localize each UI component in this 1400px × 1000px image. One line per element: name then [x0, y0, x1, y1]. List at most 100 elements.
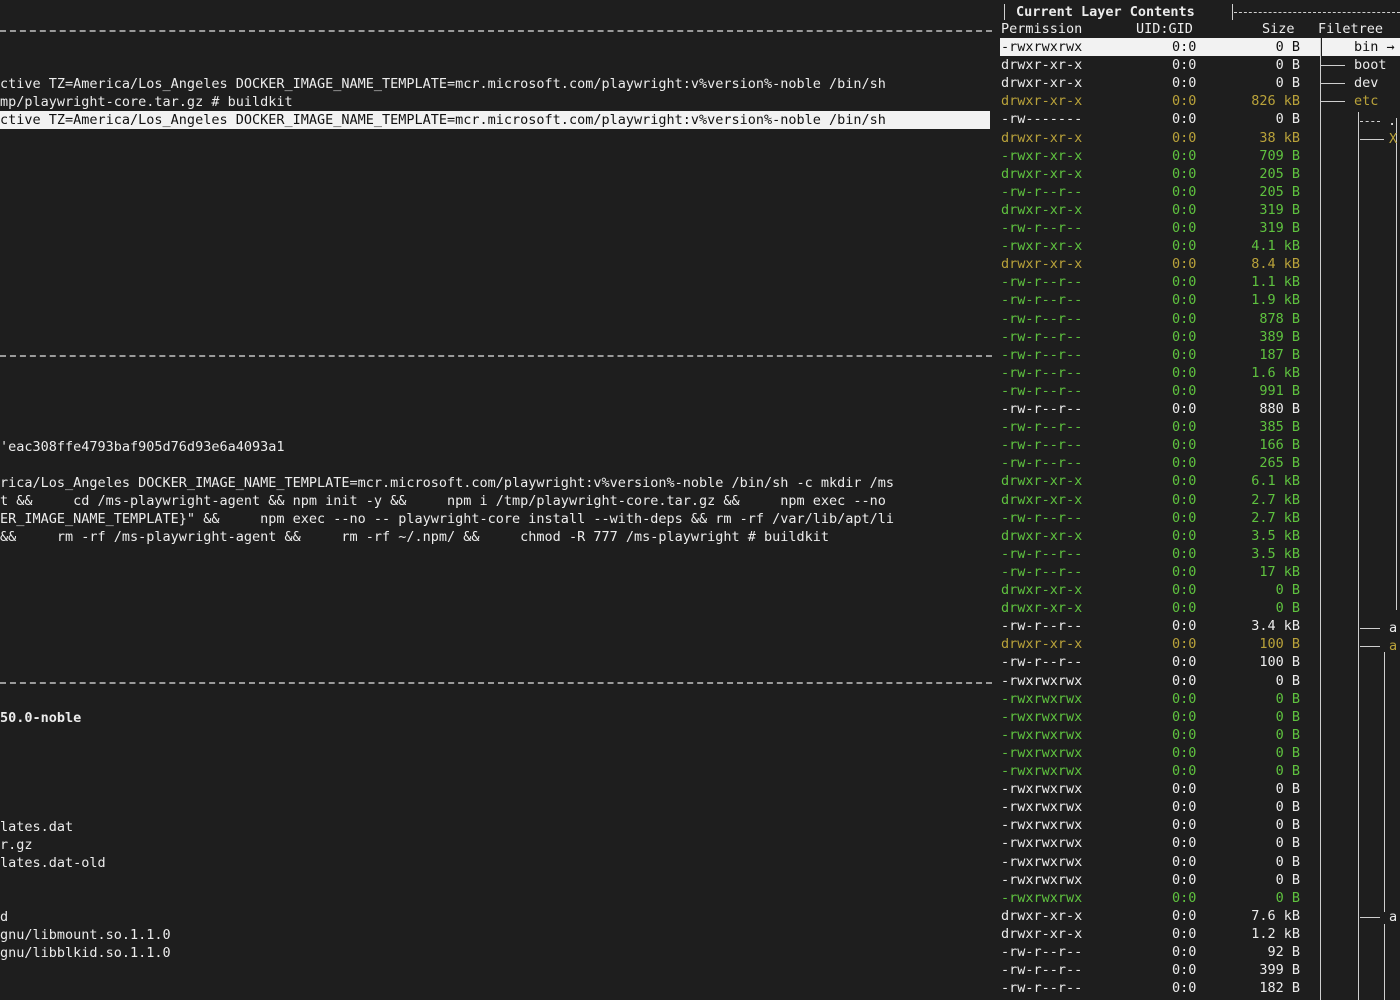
header-permission: Permission [1001, 21, 1083, 37]
file-row[interactable]: drwxr-xr-x 0:0 7.6 kB [1000, 907, 1320, 925]
file-row[interactable]: -rw-r--r-- 0:0 166 B [1000, 436, 1320, 454]
history-line-selected[interactable]: ctive TZ=America/Los_Angeles DOCKER_IMAG… [0, 111, 990, 129]
details-line: rica/Los_Angeles DOCKER_IMAGE_NAME_TEMPL… [0, 475, 895, 491]
file-uid-gid: 0:0 [1172, 57, 1197, 74]
file-permission: -rw-r--r-- [1001, 545, 1083, 562]
file-row[interactable]: drwxr-xr-x 0:0 319 B [1000, 201, 1320, 219]
details-line: 'eac308ffe4793baf905d76d93e6a4093a1 [0, 439, 285, 455]
filetree-fragment[interactable]: . [1388, 112, 1396, 130]
file-uid-gid: 0:0 [1172, 310, 1197, 327]
file-row[interactable]: -rw-r--r-- 0:0 3.5 kB [1000, 545, 1320, 563]
file-permission: -rwxrwxrwx [1001, 690, 1083, 707]
filetree-fragment[interactable]: X [1389, 130, 1397, 148]
file-size: 2.7 kB [1251, 509, 1300, 526]
file-row[interactable]: -rwxr-xr-x 0:0 4.1 kB [1000, 237, 1320, 255]
file-row[interactable]: -rw-r--r-- 0:0 2.7 kB [1000, 509, 1320, 527]
file-uid-gid: 0:0 [1172, 129, 1197, 146]
history-line[interactable]: mp/playwright-core.tar.gz # buildkit [0, 93, 293, 111]
file-row[interactable]: drwxr-xr-x 0:0 0 B [1000, 74, 1320, 92]
file-row[interactable]: drwxr-xr-x 0:0 38 kB [1000, 129, 1320, 147]
file-size: 7.6 kB [1251, 907, 1300, 924]
file-size: 1.9 kB [1251, 292, 1300, 309]
file-row[interactable]: -rw-r--r-- 0:0 182 B [1000, 979, 1320, 997]
file-row[interactable]: -rw-r--r-- 0:0 1.9 kB [1000, 291, 1320, 309]
file-row[interactable]: -rwxr-xr-x 0:0 709 B [1000, 147, 1320, 165]
file-size: 0 B [1275, 835, 1300, 852]
file-row[interactable]: drwxr-xr-x 0:0 8.4 kB [1000, 255, 1320, 273]
file-permission: drwxr-xr-x [1001, 491, 1083, 508]
file-uid-gid: 0:0 [1172, 328, 1197, 345]
file-row[interactable]: -rw-r--r-- 0:0 92 B [1000, 943, 1320, 961]
file-permission: -rwxrwxrwx [1001, 781, 1083, 798]
file-row[interactable]: drwxr-xr-x 0:0 100 B [1000, 635, 1320, 653]
file-size: 319 B [1259, 201, 1300, 218]
file-permission: -rwxrwxrwx [1001, 39, 1083, 55]
file-row[interactable]: -rw-r--r-- 0:0 205 B [1000, 183, 1320, 201]
file-row[interactable]: -rwxrwxrwx 0:0 0 B [1000, 780, 1320, 798]
filetree-entry-bin[interactable]: bin → [1322, 38, 1400, 56]
file-row[interactable]: drwxr-xr-x 0:0 2.7 kB [1000, 491, 1320, 509]
file-row[interactable]: -rwxrwxrwx 0:0 0 B [1000, 708, 1320, 726]
file-uid-gid: 0:0 [1172, 111, 1197, 128]
file-size: 0 B [1275, 763, 1300, 779]
file-row[interactable]: -rw-r--r-- 0:0 991 B [1000, 382, 1320, 400]
filetree-fragment[interactable]: a [1389, 637, 1397, 655]
file-row[interactable]: -rw-r--r-- 0:0 265 B [1000, 454, 1320, 472]
file-permission: drwxr-xr-x [1001, 636, 1083, 653]
file-row[interactable]: drwxr-xr-x 0:0 826 kB [1000, 92, 1320, 110]
file-row[interactable]: -rwxrwxrwx 0:0 0 B [1000, 672, 1320, 690]
file-row[interactable]: -rw-r--r-- 0:0 880 B [1000, 400, 1320, 418]
file-permission: -rwxrwxrwx [1001, 708, 1083, 725]
file-row[interactable]: -rw-r--r-- 0:0 3.4 kB [1000, 617, 1320, 635]
file-row[interactable]: -rwxrwxrwx 0:0 0 B [1000, 38, 1320, 56]
file-row[interactable]: -rw-r--r-- 0:0 319 B [1000, 219, 1320, 237]
history-line[interactable]: ctive TZ=America/Los_Angeles DOCKER_IMAG… [0, 75, 886, 93]
divider [0, 355, 992, 357]
filetree-fragment[interactable]: a [1389, 619, 1397, 637]
file-row[interactable]: -rw-r--r-- 0:0 389 B [1000, 328, 1320, 346]
file-row[interactable]: -rwxrwxrwx 0:0 0 B [1000, 744, 1320, 762]
file-size: 0 B [1275, 817, 1300, 834]
file-permission: -rwxrwxrwx [1001, 871, 1083, 888]
file-size: 17 kB [1259, 563, 1300, 580]
file-row[interactable]: -rwxrwxrwx 0:0 0 B [1000, 798, 1320, 816]
file-row[interactable]: -rwxrwxrwx 0:0 0 B [1000, 690, 1320, 708]
file-row[interactable]: -rw-r--r-- 0:0 1.6 kB [1000, 364, 1320, 382]
file-row[interactable]: -rw-r--r-- 0:0 187 B [1000, 346, 1320, 364]
file-row[interactable]: drwxr-xr-x 0:0 205 B [1000, 165, 1320, 183]
file-permission: -rw-r--r-- [1001, 382, 1083, 399]
file-row[interactable]: drwxr-xr-x 0:0 1.2 kB [1000, 925, 1320, 943]
file-row[interactable]: -rw-r--r-- 0:0 17 kB [1000, 563, 1320, 581]
file-size: 1.1 kB [1251, 274, 1300, 291]
file-row[interactable]: -rw------- 0:0 0 B [1000, 110, 1320, 128]
file-row[interactable]: -rw-r--r-- 0:0 399 B [1000, 961, 1320, 979]
file-permission: drwxr-xr-x [1001, 93, 1083, 110]
filetree-fragment[interactable]: a [1389, 908, 1397, 926]
divider [0, 30, 992, 32]
file-row[interactable]: -rw-r--r-- 0:0 878 B [1000, 310, 1320, 328]
file-row[interactable]: drwxr-xr-x 0:0 0 B [1000, 581, 1320, 599]
file-row[interactable]: drwxr-xr-x 0:0 6.1 kB [1000, 472, 1320, 490]
file-uid-gid: 0:0 [1172, 382, 1197, 399]
file-row[interactable]: -rwxrwxrwx 0:0 0 B [1000, 762, 1320, 780]
file-size: 1.2 kB [1251, 925, 1300, 942]
file-size: 92 B [1267, 944, 1300, 960]
file-uid-gid: 0:0 [1172, 925, 1197, 942]
file-row[interactable]: -rwxrwxrwx 0:0 0 B [1000, 816, 1320, 834]
file-row[interactable]: drwxr-xr-x 0:0 0 B [1000, 599, 1320, 617]
file-permission: -rw-r--r-- [1001, 944, 1083, 960]
file-row[interactable]: -rwxrwxrwx 0:0 0 B [1000, 834, 1320, 852]
file-row[interactable]: -rwxrwxrwx 0:0 0 B [1000, 726, 1320, 744]
file-row[interactable]: -rw-r--r-- 0:0 385 B [1000, 418, 1320, 436]
file-uid-gid: 0:0 [1172, 39, 1197, 55]
file-row[interactable]: drwxr-xr-x 0:0 3.5 kB [1000, 527, 1320, 545]
file-permission: drwxr-xr-x [1001, 129, 1083, 146]
file-row[interactable]: -rw-r--r-- 0:0 1.1 kB [1000, 273, 1320, 291]
file-row[interactable]: -rwxrwxrwx 0:0 0 B [1000, 853, 1320, 871]
file-row[interactable]: -rw-r--r-- 0:0 100 B [1000, 653, 1320, 671]
details-line: ER_IMAGE_NAME_TEMPLATE}" && npm exec --n… [0, 511, 895, 527]
header-size: Size [1262, 21, 1295, 37]
file-row[interactable]: -rwxrwxrwx 0:0 0 B [1000, 871, 1320, 889]
file-row[interactable]: -rwxrwxrwx 0:0 0 B [1000, 889, 1320, 907]
file-row[interactable]: drwxr-xr-x 0:0 0 B [1000, 56, 1320, 74]
